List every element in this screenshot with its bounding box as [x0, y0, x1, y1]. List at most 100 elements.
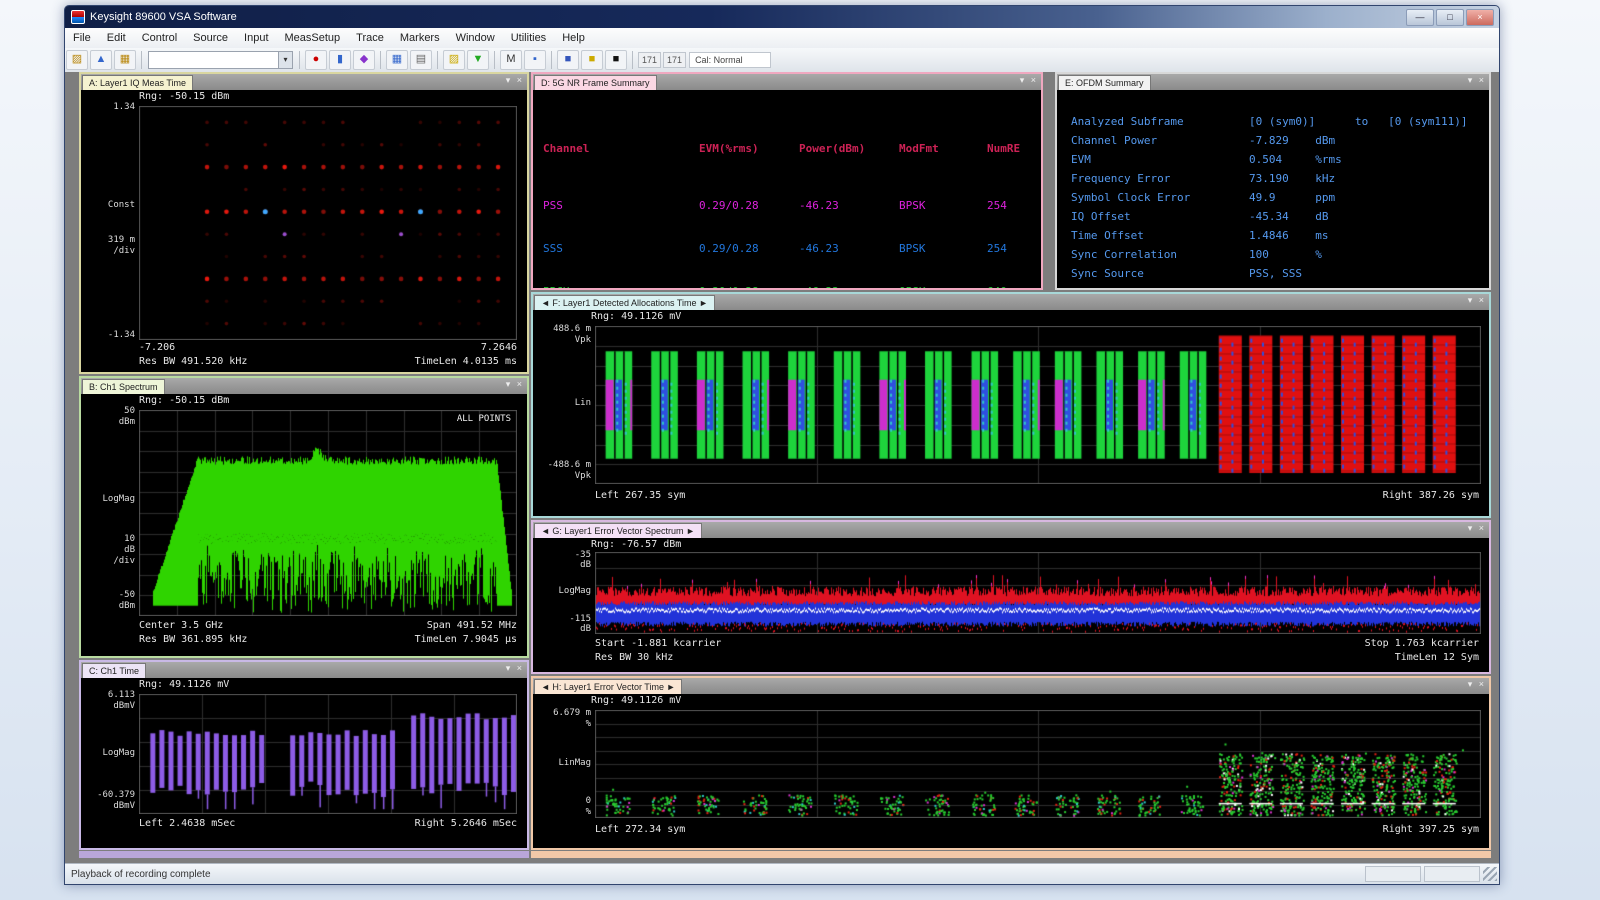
- menu-utilities[interactable]: Utilities: [503, 28, 554, 48]
- measurement-combo[interactable]: ▾: [148, 51, 293, 69]
- math-icon[interactable]: M: [500, 50, 522, 70]
- panel-c-tab[interactable]: C: Ch1 Time: [82, 663, 146, 678]
- panel-f-buttons[interactable]: ▾ ×: [1468, 295, 1486, 306]
- panel-a-tab[interactable]: A: Layer1 IQ Meas Time: [82, 75, 193, 90]
- summary-label: EVM: [1071, 150, 1249, 169]
- summary-label: Sync Source: [1071, 264, 1249, 283]
- summary-label: Frequency Error: [1071, 169, 1249, 188]
- status-bar: Playback of recording complete: [65, 863, 1499, 884]
- menu-file[interactable]: File: [65, 28, 99, 48]
- panel-e-tab[interactable]: E: OFDM Summary: [1058, 75, 1151, 90]
- y-axis-bottom-label: -60.379: [83, 790, 135, 800]
- app-icon: [71, 10, 85, 24]
- window-titlebar[interactable]: Keysight 89600 VSA Software — □ ×: [65, 6, 1499, 28]
- status-segment-1: [1365, 866, 1421, 882]
- workspace: A: Layer1 IQ Meas Time ▾ × Rng: -50.15 d…: [65, 72, 1499, 864]
- summary-label: IQ Offset: [1071, 207, 1249, 226]
- panel-a-title: A: Layer1 IQ Meas Time: [89, 78, 186, 88]
- panel-frame-summary: D: 5G NR Frame Summary ▾ × Channel EVM(%…: [531, 72, 1043, 290]
- cal-status[interactable]: Cal: Normal: [689, 52, 771, 68]
- panel-c-titlebar: C: Ch1 Time ▾ ×: [81, 662, 527, 678]
- chevron-down-icon[interactable]: ▾: [278, 52, 292, 68]
- cell-evm: 0.29/0.28: [699, 240, 799, 257]
- list-item: Time Offset1.4846 ms: [1071, 226, 1468, 245]
- table-row[interactable]: SSS 0.29/0.28 -46.23 BPSK 254: [543, 240, 1039, 257]
- y-axis-top-label: 50: [83, 406, 135, 416]
- toolbar-separator: [494, 51, 495, 69]
- toolbar-separator: [299, 51, 300, 69]
- minimize-button[interactable]: —: [1406, 9, 1434, 26]
- status-segment-2: [1424, 866, 1480, 882]
- panel-f-content: Rng: 49.1126 mV 488.6 m Vpk Lin -488.6 m…: [533, 310, 1489, 516]
- menu-meassetup[interactable]: MeasSetup: [277, 28, 349, 48]
- panel-c-buttons[interactable]: ▾ ×: [506, 663, 524, 674]
- menu-window[interactable]: Window: [448, 28, 503, 48]
- y-axis-top-unit: dB: [535, 560, 591, 570]
- restart-icon[interactable]: ▼: [467, 50, 489, 70]
- menu-help[interactable]: Help: [554, 28, 593, 48]
- col-evm: EVM(%rms): [699, 140, 799, 157]
- panel-a-buttons[interactable]: ▾ ×: [506, 75, 524, 86]
- menu-source[interactable]: Source: [185, 28, 236, 48]
- window-tile-icon[interactable]: ▤: [410, 50, 432, 70]
- resize-grip[interactable]: [1483, 867, 1497, 881]
- panel-e-buttons[interactable]: ▾ ×: [1468, 75, 1486, 86]
- summary-value: 73.190 kHz: [1249, 169, 1335, 188]
- summary-label: Channel Power: [1071, 131, 1249, 150]
- cell-modfmt: QPSK: [899, 283, 987, 288]
- color-swatch-black-icon[interactable]: ■: [605, 50, 627, 70]
- range-readout: Rng: -50.15 dBm: [139, 395, 229, 406]
- upload-icon[interactable]: ▲: [90, 50, 112, 70]
- color-swatch-yellow-icon[interactable]: ■: [581, 50, 603, 70]
- menu-input[interactable]: Input: [236, 28, 276, 48]
- range-readout: Rng: 49.1126 mV: [139, 679, 229, 690]
- recall-icon[interactable]: ▨: [443, 50, 465, 70]
- layout-grid-icon[interactable]: ▦: [386, 50, 408, 70]
- menu-trace[interactable]: Trace: [348, 28, 392, 48]
- col-modfmt: ModFmt: [899, 140, 987, 157]
- panel-g-buttons[interactable]: ▾ ×: [1468, 523, 1486, 534]
- toolbar-separator: [380, 51, 381, 69]
- panel-h-title: ◄ H: Layer1 Error Vector Time ►: [541, 682, 675, 692]
- panel-h-buttons[interactable]: ▾ ×: [1468, 679, 1486, 690]
- panel-b-buttons[interactable]: ▾ ×: [506, 379, 524, 390]
- menu-edit[interactable]: Edit: [99, 28, 134, 48]
- toolbar-separator: [632, 51, 633, 69]
- menu-markers[interactable]: Markers: [392, 28, 448, 48]
- y-axis-bottom-label: -1.34: [83, 330, 135, 340]
- menu-control[interactable]: Control: [134, 28, 185, 48]
- panel-d-buttons[interactable]: ▾ ×: [1020, 75, 1038, 86]
- panel-h-tab[interactable]: ◄ H: Layer1 Error Vector Time ►: [534, 679, 682, 694]
- y-axis-bottom-label: -50: [83, 590, 135, 600]
- record-icon[interactable]: ●: [305, 50, 327, 70]
- cell-channel: SSS: [543, 240, 699, 257]
- panel-f-titlebar: ◄ F: Layer1 Detected Allocations Time ► …: [533, 294, 1489, 310]
- open-icon[interactable]: ▨: [66, 50, 88, 70]
- summary-value: PSS, SSS: [1249, 264, 1302, 283]
- save-icon[interactable]: ▦: [114, 50, 136, 70]
- trace-point-icon[interactable]: ▪: [524, 50, 546, 70]
- color-swatch-blue-icon[interactable]: ■: [557, 50, 579, 70]
- cell-evm: 0.30/0.28: [699, 283, 799, 288]
- maximize-button[interactable]: □: [1436, 9, 1464, 26]
- panel-b-tab[interactable]: B: Ch1 Spectrum: [82, 379, 165, 394]
- close-button[interactable]: ×: [1466, 9, 1494, 26]
- y-axis-top-label: 6.679 m: [535, 708, 591, 718]
- y-axis-top-unit: %: [535, 719, 591, 729]
- table-row[interactable]: PBCH 0.30/0.28 -46.23 QPSK 640: [543, 283, 1039, 288]
- pause-icon[interactable]: ▮: [329, 50, 351, 70]
- table-row[interactable]: PSS 0.29/0.28 -46.23 BPSK 254: [543, 197, 1039, 214]
- marker-icon[interactable]: ◆: [353, 50, 375, 70]
- panel-d-tab[interactable]: D: 5G NR Frame Summary: [534, 75, 657, 90]
- window-title: Keysight 89600 VSA Software: [90, 11, 237, 23]
- panel-d-title: D: 5G NR Frame Summary: [541, 78, 650, 88]
- y-axis-top-unit: Vpk: [535, 335, 591, 345]
- panel-g-tab[interactable]: ◄ G: Layer1 Error Vector Spectrum ►: [534, 523, 702, 538]
- resbw-readout: Res BW 30 kHz: [595, 652, 673, 663]
- y-axis-bottom-unit: dBm: [83, 601, 135, 611]
- menu-bar: File Edit Control Source Input MeasSetup…: [65, 28, 1499, 49]
- evt-plot: [595, 710, 1481, 818]
- panel-f-tab[interactable]: ◄ F: Layer1 Detected Allocations Time ►: [534, 295, 715, 310]
- panel-d-titlebar: D: 5G NR Frame Summary ▾ ×: [533, 74, 1041, 90]
- y-axis-scale-per: /div: [83, 556, 135, 566]
